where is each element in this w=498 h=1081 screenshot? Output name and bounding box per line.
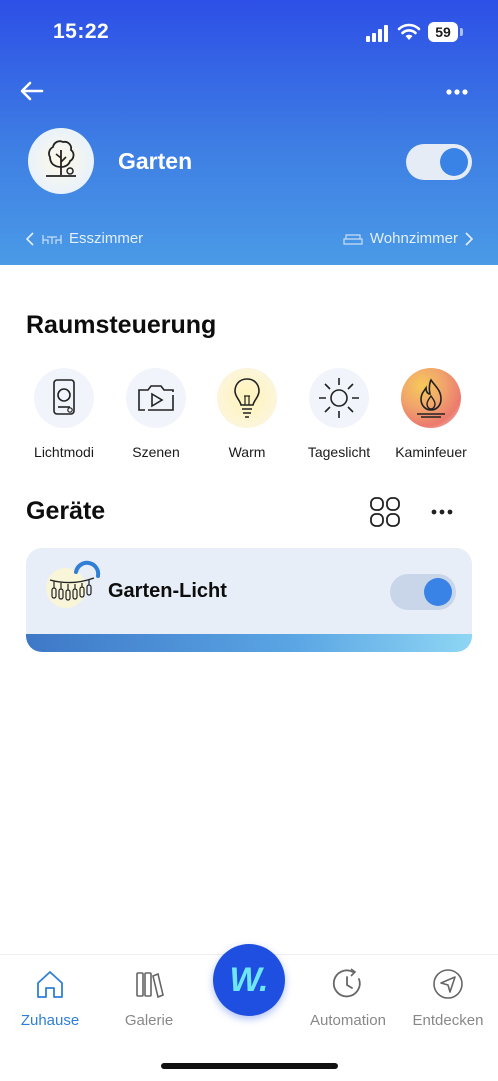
light-modes-icon <box>34 368 94 428</box>
brand-logo-icon: W. <box>229 961 269 999</box>
scenes-icon <box>126 368 186 428</box>
home-icon <box>37 971 63 998</box>
battery-tip <box>460 28 463 36</box>
status-bar: 15:22 59 <box>0 0 498 64</box>
next-room-label: Wohnzimmer <box>369 230 458 247</box>
device-name: Garten-Licht <box>108 580 227 602</box>
toggle-knob <box>424 578 452 606</box>
gallery-books-icon <box>136 972 164 999</box>
previous-room-label: Esszimmer <box>69 230 144 247</box>
more-options-icon[interactable] <box>430 506 454 518</box>
mode-lichtmodi[interactable]: Lichtmodi <box>18 368 110 460</box>
tab-label: Galerie <box>124 1012 174 1029</box>
room-control-title: Raumsteuerung <box>26 311 217 339</box>
automation-clock-icon <box>332 968 361 998</box>
mode-label: Tageslicht <box>307 444 371 460</box>
mode-kaminfeuer[interactable]: Kaminfeuer <box>385 368 477 460</box>
grid-view-icon[interactable] <box>369 496 401 528</box>
mode-tageslicht[interactable]: Tageslicht <box>293 368 385 460</box>
battery-icon: 59 <box>428 22 458 42</box>
mode-szenen[interactable]: Szenen <box>110 368 202 460</box>
more-options-icon[interactable] <box>444 86 470 98</box>
status-time: 15:22 <box>53 20 110 43</box>
sofa-icon <box>343 233 363 245</box>
room-modes: Lichtmodi Szenen Warm Tageslicht Kaminfe… <box>0 368 498 468</box>
tab-label: Entdecken <box>412 1012 484 1029</box>
cellular-signal-icon <box>366 24 390 42</box>
next-room-link[interactable]: Wohnzimmer <box>342 230 474 247</box>
center-action-button[interactable]: W. <box>213 944 285 1016</box>
tab-label: Zuhause <box>20 1012 80 1029</box>
battery-level: 59 <box>435 24 451 40</box>
wifi-icon <box>397 23 421 40</box>
room-power-toggle[interactable] <box>406 144 472 180</box>
back-arrow-icon[interactable] <box>19 78 45 104</box>
toggle-knob <box>440 148 468 176</box>
home-indicator[interactable] <box>161 1063 338 1069</box>
fire-icon <box>401 368 461 428</box>
bulb-icon <box>217 368 277 428</box>
string-lights-icon <box>46 560 101 608</box>
mode-warm[interactable]: Warm <box>201 368 293 460</box>
mode-label: Kaminfeuer <box>395 444 467 460</box>
tab-zuhause[interactable]: Zuhause <box>2 967 98 1029</box>
tab-entdecken[interactable]: Entdecken <box>400 967 496 1029</box>
compass-navigation-icon <box>433 969 463 999</box>
dining-table-icon <box>42 234 62 244</box>
chevron-right-icon <box>465 231 474 246</box>
mode-label: Lichtmodi <box>34 444 94 460</box>
sun-icon <box>309 368 369 428</box>
brightness-bar[interactable] <box>26 634 472 652</box>
device-power-toggle[interactable] <box>390 574 456 610</box>
mode-label: Szenen <box>132 444 180 460</box>
tab-automation[interactable]: Automation <box>300 967 396 1029</box>
garden-tree-icon <box>28 128 94 194</box>
tab-label: Automation <box>310 1012 386 1029</box>
tab-galerie[interactable]: Galerie <box>101 967 197 1029</box>
chevron-left-icon <box>25 231 34 246</box>
room-header: 15:22 59 Garten Esszimmer Wohnzimmer <box>0 0 498 265</box>
mode-label: Warm <box>228 444 266 460</box>
room-title: Garten <box>118 148 193 174</box>
previous-room-link[interactable]: Esszimmer <box>25 230 143 247</box>
devices-title: Geräte <box>26 497 106 525</box>
